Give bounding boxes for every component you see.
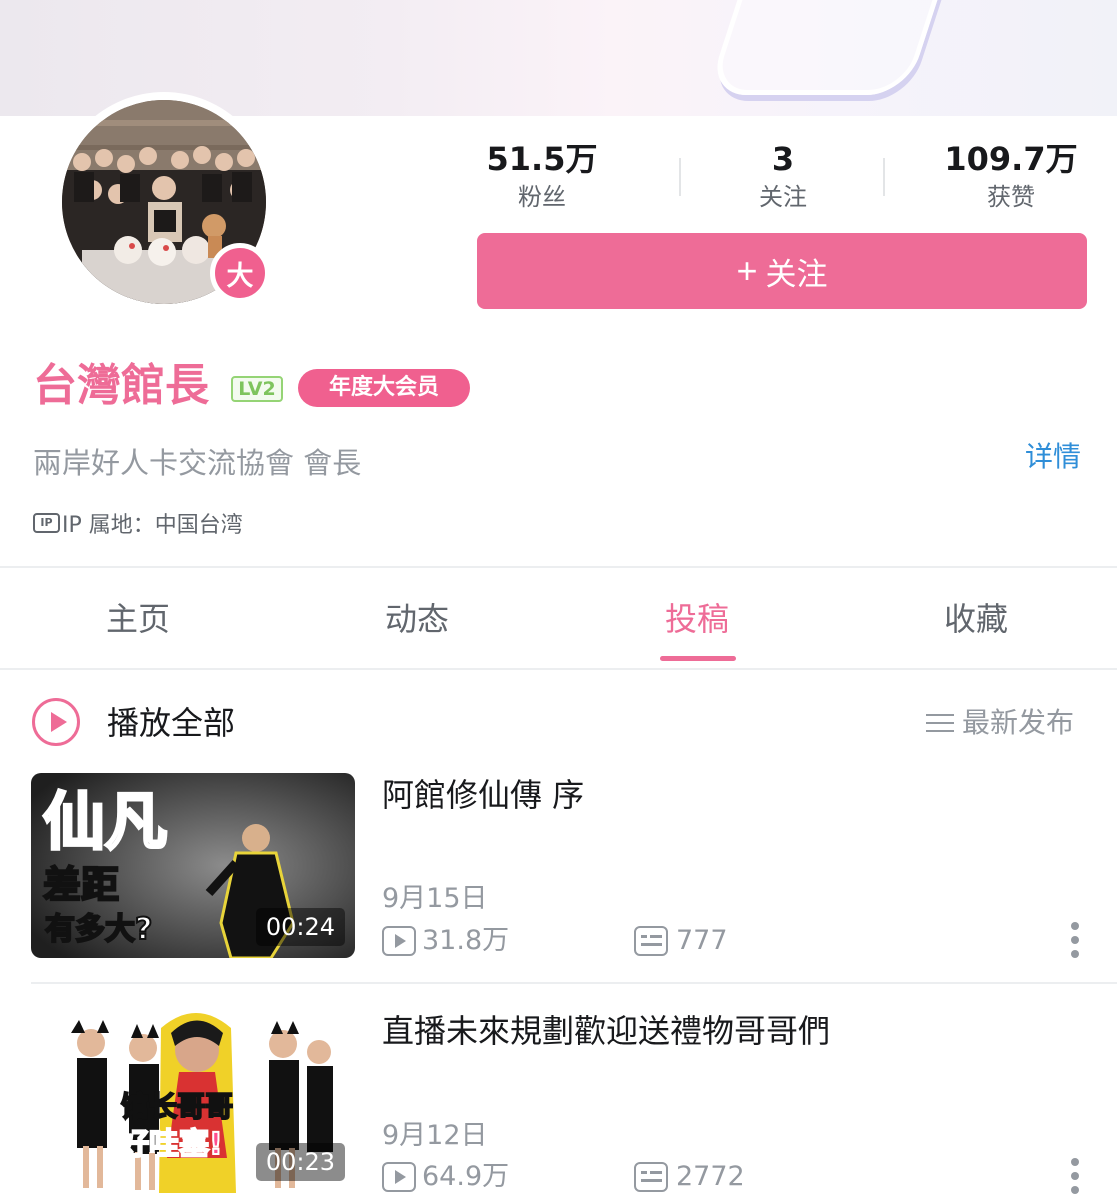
video-title[interactable]: 阿館修仙傳 序 [382,772,584,818]
more-options-icon[interactable] [1068,1158,1082,1194]
item-divider [31,982,1117,984]
video-danmaku: 777 [634,922,728,960]
tab-home[interactable]: 主页 [48,596,228,642]
video-thumbnail[interactable]: 仙凡 差距 有多大? 00:24 [31,773,355,958]
thumb-text: 馆长哥哥 [121,1090,233,1123]
video-danmaku-value: 2772 [676,1161,745,1192]
video-views: 31.8万 [382,922,509,960]
danmaku-icon [634,1162,668,1192]
video-duration: 00:23 [255,1143,345,1181]
video-date: 9月12日 [382,1120,488,1151]
tabs-divider [0,668,1117,670]
detail-link[interactable]: 详情 [1025,436,1081,478]
user-space-page: 大 51.5万 粉丝 3 关注 109.7万 获赞 + 关注 台灣館長 LV2 … [0,0,1117,1200]
video-title[interactable]: 直播未來規劃歡迎送禮物哥哥們 [382,1008,830,1054]
play-all-button[interactable]: 播放全部 [107,700,235,746]
stat-following[interactable]: 3 关注 [693,138,873,214]
ip-location: IP IP 属地：中国台湾 [33,507,243,539]
video-views: 64.9万 [382,1158,509,1196]
play-all-icon[interactable] [32,698,80,746]
section-divider [0,566,1117,568]
follow-button-label: 关注 [765,256,828,292]
ip-icon: IP [33,513,60,533]
stat-following-value: 3 [771,140,795,178]
thumb-text: 好哇塞! [118,1127,223,1162]
thumb-text: 差距 [43,863,119,907]
banner-decoration [706,0,964,95]
play-count-icon [382,1162,416,1192]
user-name: 台灣館長 [33,360,209,411]
tab-uploads[interactable]: 投稿 [607,596,787,642]
stat-likes-value: 109.7万 [944,140,1078,178]
video-views-value: 31.8万 [422,925,510,956]
sort-button[interactable]: 最新发布 [926,702,1074,744]
ip-location-label: IP 属地：中国台湾 [62,513,243,538]
stat-fans-value: 51.5万 [486,140,598,178]
follow-button[interactable]: + 关注 [477,233,1087,309]
tab-active-indicator [660,656,736,661]
thumb-text: 有多大? [45,912,152,947]
vip-tag[interactable]: 年度大会员 [298,369,470,407]
more-options-icon[interactable] [1068,922,1082,958]
stat-likes: 109.7万 获赞 [921,138,1101,214]
sort-label: 最新发布 [962,706,1075,739]
stat-divider [679,158,681,196]
video-duration: 00:24 [255,908,345,946]
video-danmaku: 2772 [634,1158,745,1196]
video-thumbnail[interactable]: 馆长哥哥 好哇塞! 00:23 [31,1008,355,1193]
video-date: 9月15日 [382,883,488,914]
stat-following-label: 关注 [759,183,807,211]
danmaku-icon [634,926,668,956]
stat-fans-label: 粉丝 [518,183,566,211]
video-danmaku-value: 777 [676,925,728,956]
stat-divider [883,158,885,196]
stat-fans[interactable]: 51.5万 粉丝 [452,138,632,214]
sort-list-icon [926,712,954,734]
plus-icon: + [736,250,758,291]
tab-dynamic[interactable]: 动态 [327,596,507,642]
level-badge: LV2 [231,376,283,402]
play-count-icon [382,926,416,956]
tab-favorites[interactable]: 收藏 [886,596,1066,642]
user-signature: 兩岸好人卡交流協會 會長 [33,446,362,480]
vip-badge-icon: 大 [210,243,270,303]
stat-likes-label: 获赞 [987,183,1035,211]
thumb-text: 仙凡 [43,785,167,858]
video-views-value: 64.9万 [422,1161,510,1192]
